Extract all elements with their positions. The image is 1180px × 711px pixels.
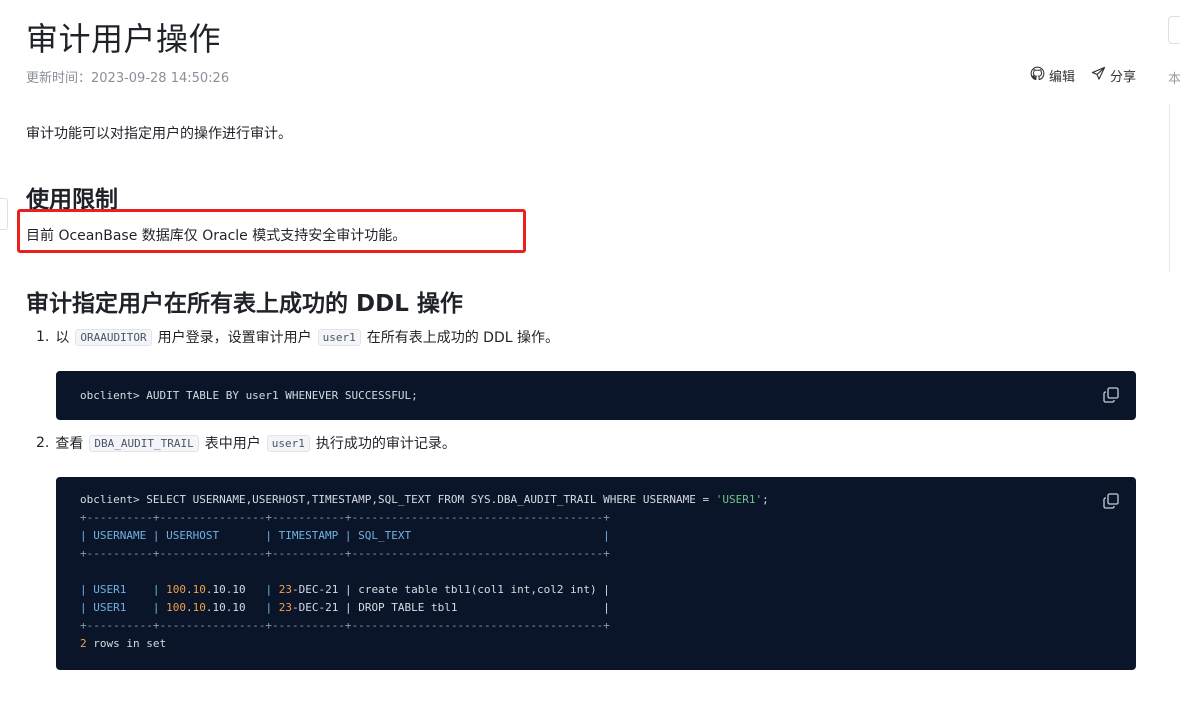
step-number: 1.	[36, 329, 50, 345]
update-time-value: 2023-09-28 14:50:26	[91, 71, 230, 86]
step-item: 2. 查看 DBA_AUDIT_TRAIL 表中用户 user1 执行成功的审计…	[36, 433, 456, 453]
update-time-label: 更新时间：	[26, 71, 92, 86]
step-text: 用户登录，设置审计用户	[157, 330, 312, 346]
step-item: 1. 以 ORAAUDITOR 用户登录，设置审计用户 user1 在所有表上成…	[36, 327, 559, 347]
copy-button[interactable]	[1102, 386, 1120, 404]
sidebar-search-box[interactable]	[1168, 16, 1180, 44]
share-label: 分享	[1109, 70, 1136, 85]
inline-code: ORAAUDITOR	[75, 328, 152, 346]
side-collapse-tab[interactable]	[0, 198, 8, 230]
copy-button[interactable]	[1102, 492, 1120, 510]
step-text: 查看	[55, 436, 84, 452]
page-title: 审计用户操作	[26, 20, 222, 58]
step-text: 表中用户	[204, 436, 261, 452]
sidebar-toc-label: 本	[1168, 72, 1180, 87]
inline-code: user1	[266, 434, 310, 452]
inline-code: user1	[317, 328, 361, 346]
step-text: 以	[55, 330, 70, 346]
sidebar-toc-rail	[1169, 104, 1170, 272]
limit-paragraph: 目前 OceanBase 数据库仅 Oracle 模式支持安全审计功能。	[26, 228, 407, 244]
edit-label: 编辑	[1048, 70, 1075, 85]
table-header: | USERNAME | USERHOST | TIMESTAMP | SQL_…	[80, 529, 610, 542]
code-block: obclient> SELECT USERNAME,USERHOST,TIMES…	[56, 477, 1136, 670]
copy-icon	[1103, 387, 1119, 403]
table-separator: +----------+----------------+-----------…	[80, 547, 610, 560]
code-line: obclient> SELECT USERNAME,USERHOST,TIMES…	[80, 493, 769, 506]
table-separator: +----------+----------------+-----------…	[80, 511, 610, 524]
result-footer: 2 rows in set	[80, 637, 167, 650]
github-icon	[1030, 66, 1045, 85]
update-time: 更新时间：2023-09-28 14:50:26	[26, 67, 229, 86]
share-icon	[1091, 66, 1106, 85]
copy-icon	[1103, 493, 1119, 509]
table-row: | USER1 | 100.10.10.10 | 23-DEC-21 | DRO…	[80, 601, 610, 614]
step-text: 在所有表上成功的 DDL 操作。	[366, 330, 559, 346]
step-text: 执行成功的审计记录。	[315, 436, 456, 452]
section-heading-audit-ddl: 审计指定用户在所有表上成功的 DDL 操作	[26, 291, 463, 317]
table-row: | USER1 | 100.10.10.10 | 23-DEC-21 | cre…	[80, 583, 610, 596]
step-number: 2.	[36, 435, 50, 451]
share-button[interactable]: 分享	[1091, 66, 1136, 85]
code-block: obclient> AUDIT TABLE BY user1 WHENEVER …	[56, 371, 1136, 420]
table-separator: +----------+----------------+-----------…	[80, 619, 610, 632]
code-line: obclient> AUDIT TABLE BY user1 WHENEVER …	[80, 389, 418, 402]
edit-button[interactable]: 编辑	[1030, 66, 1075, 85]
doc-actions: 编辑 分享	[1030, 66, 1136, 85]
inline-code: DBA_AUDIT_TRAIL	[89, 434, 199, 452]
intro-paragraph: 审计功能可以对指定用户的操作进行审计。	[26, 126, 292, 142]
